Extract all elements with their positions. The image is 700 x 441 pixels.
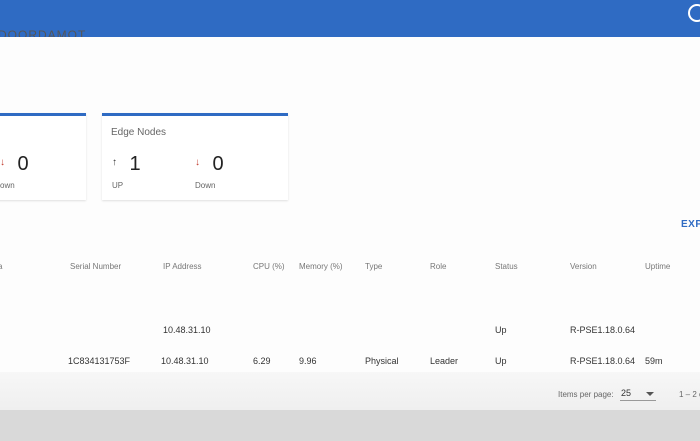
arrow-up-icon: ↑ — [112, 157, 117, 168]
pager-range: 1 – 2 of — [679, 390, 700, 399]
header-uptime[interactable]: Uptime — [645, 262, 670, 271]
edge-up-value: 1 — [129, 153, 141, 175]
header-memory[interactable]: Memory (%) — [299, 262, 343, 271]
header-version[interactable]: Version — [570, 262, 597, 271]
bottom-bar — [0, 410, 700, 441]
cell-role: Leader — [430, 356, 459, 366]
cell-serial: 1C834131753F — [68, 356, 131, 366]
arrow-down-icon: ↓ — [195, 157, 200, 168]
header-role[interactable]: Role — [430, 262, 446, 271]
cell-status: Up — [495, 356, 507, 366]
cell-ip: 10.48.31.10 — [161, 356, 209, 366]
header-name[interactable]: a — [0, 262, 2, 271]
header-type[interactable]: Type — [365, 262, 382, 271]
items-per-page-select[interactable]: 25 — [620, 387, 656, 401]
arrow-down-icon: ↓ — [0, 157, 5, 168]
page: DOORDAMOT ↓ 0 own Edge Nodes ↑ 1 UP ↓ 0 … — [0, 0, 700, 441]
topbar-circle-icon[interactable] — [688, 4, 700, 22]
left-down-label: own — [0, 181, 15, 190]
cell-ip: 10.48.31.10 — [163, 325, 211, 335]
edge-up-label: UP — [112, 181, 124, 190]
cell-type: Physical — [365, 356, 399, 366]
summary-card-left: ↓ 0 own — [0, 113, 86, 200]
cell-memory: 9.96 — [299, 356, 317, 366]
cell-version: R-PSE1.18.0.64 — [570, 325, 636, 335]
page-subtitle: DOORDAMOT — [0, 28, 87, 37]
header-cpu[interactable]: CPU (%) — [253, 262, 285, 271]
cell-status: Up — [495, 325, 507, 335]
edge-nodes-card: Edge Nodes ↑ 1 UP ↓ 0 Down — [102, 113, 288, 200]
edge-down-value: 0 — [212, 153, 224, 175]
caret-down-icon — [646, 392, 654, 396]
items-per-page-value: 25 — [621, 388, 632, 398]
items-per-page-label: Items per page: — [558, 390, 614, 399]
left-down-stat: ↓ 0 own — [0, 153, 29, 190]
header-status[interactable]: Status — [495, 262, 518, 271]
edge-up-stat: ↑ 1 UP — [112, 153, 141, 190]
header-serial[interactable]: Serial Number — [70, 262, 121, 271]
left-down-value: 0 — [17, 153, 29, 175]
cell-version: R-PSE1.18.0.64 — [570, 356, 636, 366]
top-bar — [0, 0, 700, 37]
header-ip[interactable]: IP Address — [163, 262, 202, 271]
edge-down-label: Down — [195, 181, 216, 190]
edge-nodes-title: Edge Nodes — [111, 127, 167, 138]
expand-link[interactable]: EXPA — [681, 219, 700, 230]
edge-down-stat: ↓ 0 Down — [195, 153, 224, 190]
cell-cpu: 6.29 — [253, 356, 271, 366]
cell-uptime: 59m — [645, 356, 663, 366]
